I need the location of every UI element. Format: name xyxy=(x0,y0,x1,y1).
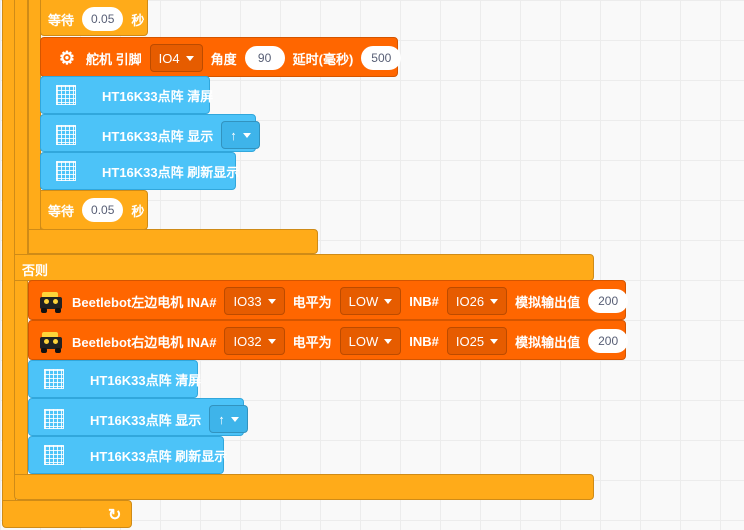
chevron-down-icon xyxy=(384,338,393,344)
servo-row: ⚙ 舵机 引脚 IO4 角度 90 延时(毫秒) 500 xyxy=(56,44,402,72)
motor-right-analog-label: 模拟输出值 xyxy=(515,334,581,350)
else-row: 否则 xyxy=(22,260,48,279)
motor-left-ina-value: IO33 xyxy=(233,293,262,309)
led-matrix-icon xyxy=(44,409,64,429)
else-bar xyxy=(14,254,594,281)
led-matrix-icon xyxy=(56,125,76,145)
matrix-clear-label: HT16K33点阵 清屏 xyxy=(90,372,202,388)
motor-left-analog-label: 模拟输出值 xyxy=(515,294,581,310)
motor-left-row: Beetlebot左边电机 INA# IO33 电平为 LOW INB# IO2… xyxy=(38,287,629,315)
wait-row: 等待 0.05 秒 xyxy=(48,7,144,31)
motor-right-ina-value: IO32 xyxy=(233,333,262,349)
matrix-show-label: HT16K33点阵 显示 xyxy=(102,128,214,144)
else-label: 否则 xyxy=(22,263,49,278)
matrix-clear-label: HT16K33点阵 清屏 xyxy=(102,88,214,104)
motor-left-inb-value: IO26 xyxy=(455,293,485,309)
wait-unit: 秒 xyxy=(131,203,145,219)
servo-delay-input[interactable]: 500 xyxy=(361,46,402,70)
if-else-bottom-bar xyxy=(14,474,594,500)
motor-left-inb-dropdown[interactable]: IO26 xyxy=(446,287,508,315)
chevron-down-icon xyxy=(185,55,194,61)
matrix-show-dropdown[interactable]: ↑ xyxy=(209,405,248,433)
chevron-down-icon xyxy=(267,298,276,304)
motor-left-level-label: 电平为 xyxy=(292,294,332,310)
wait-unit: 秒 xyxy=(131,12,145,28)
matrix-show-dropdown[interactable]: ↑ xyxy=(221,121,260,149)
servo-pin-dropdown[interactable]: IO4 xyxy=(149,44,203,72)
motor-right-analog-input[interactable]: 200 xyxy=(588,329,629,353)
led-matrix-icon xyxy=(44,369,64,389)
if-else-left-rail xyxy=(14,0,28,496)
matrix-show-label: HT16K33点阵 显示 xyxy=(90,412,202,428)
led-matrix-icon xyxy=(56,161,76,181)
motor-right-row: Beetlebot右边电机 INA# IO32 电平为 LOW INB# IO2… xyxy=(38,327,629,355)
wait-label: 等待 xyxy=(48,12,75,28)
motor-left-analog-input[interactable]: 200 xyxy=(588,289,629,313)
motor-right-inb-dropdown[interactable]: IO25 xyxy=(446,327,508,355)
chevron-down-icon xyxy=(490,338,499,344)
robot-icon xyxy=(38,329,64,353)
motor-left-inb-label: INB# xyxy=(409,293,439,309)
chevron-down-icon xyxy=(490,298,499,304)
matrix-show-value: ↑ xyxy=(230,127,237,143)
robot-icon xyxy=(38,289,64,313)
chevron-down-icon xyxy=(230,416,239,422)
servo-icon: ⚙ xyxy=(58,47,76,68)
loop-arrow-icon: ↻ xyxy=(108,507,122,524)
chevron-down-icon xyxy=(267,338,276,344)
motor-right-inb-value: IO25 xyxy=(455,333,485,349)
servo-angle-input[interactable]: 90 xyxy=(244,46,285,70)
led-matrix-icon xyxy=(44,445,64,465)
motor-right-level-label: 电平为 xyxy=(292,334,332,350)
servo-prefix: 舵机 引脚 xyxy=(86,51,142,67)
chevron-down-icon xyxy=(242,132,251,138)
matrix-clear-row: HT16K33点阵 清屏 xyxy=(44,369,201,389)
motor-right-ina-dropdown[interactable]: IO32 xyxy=(224,327,285,355)
matrix-refresh-row: HT16K33点阵 刷新显示 xyxy=(44,445,227,465)
matrix-refresh-row: HT16K33点阵 刷新显示 xyxy=(56,161,239,181)
servo-angle-label: 角度 xyxy=(210,51,237,67)
chevron-down-icon xyxy=(384,298,393,304)
servo-pin-value: IO4 xyxy=(158,50,180,66)
motor-left-ina-dropdown[interactable]: IO33 xyxy=(224,287,285,315)
led-matrix-icon xyxy=(56,85,76,105)
wait-seconds-input[interactable]: 0.05 xyxy=(82,198,124,222)
wait-seconds-input[interactable]: 0.05 xyxy=(82,7,124,31)
motor-right-level-dropdown[interactable]: LOW xyxy=(339,327,402,355)
matrix-clear-row: HT16K33点阵 清屏 xyxy=(56,85,213,105)
motor-left-level-value: LOW xyxy=(348,293,379,309)
motor-left-label: Beetlebot左边电机 INA# xyxy=(72,294,217,310)
matrix-show-value: ↑ xyxy=(218,411,225,427)
motor-left-level-dropdown[interactable]: LOW xyxy=(339,287,402,315)
servo-delay-label: 延时(毫秒) xyxy=(292,51,354,67)
inner-if-bottom-bar xyxy=(28,229,318,254)
motor-right-inb-label: INB# xyxy=(409,333,439,349)
motor-right-level-value: LOW xyxy=(348,333,379,349)
wait-row: 等待 0.05 秒 xyxy=(48,198,144,222)
loop-arrow-row: ↻ xyxy=(108,505,121,525)
wait-label: 等待 xyxy=(48,203,75,219)
matrix-show-row: HT16K33点阵 显示 ↑ xyxy=(44,405,248,433)
motor-right-label: Beetlebot右边电机 INA# xyxy=(72,334,217,350)
matrix-show-row: HT16K33点阵 显示 ↑ xyxy=(56,121,260,149)
matrix-refresh-label: HT16K33点阵 刷新显示 xyxy=(102,164,240,180)
matrix-refresh-label: HT16K33点阵 刷新显示 xyxy=(90,448,228,464)
